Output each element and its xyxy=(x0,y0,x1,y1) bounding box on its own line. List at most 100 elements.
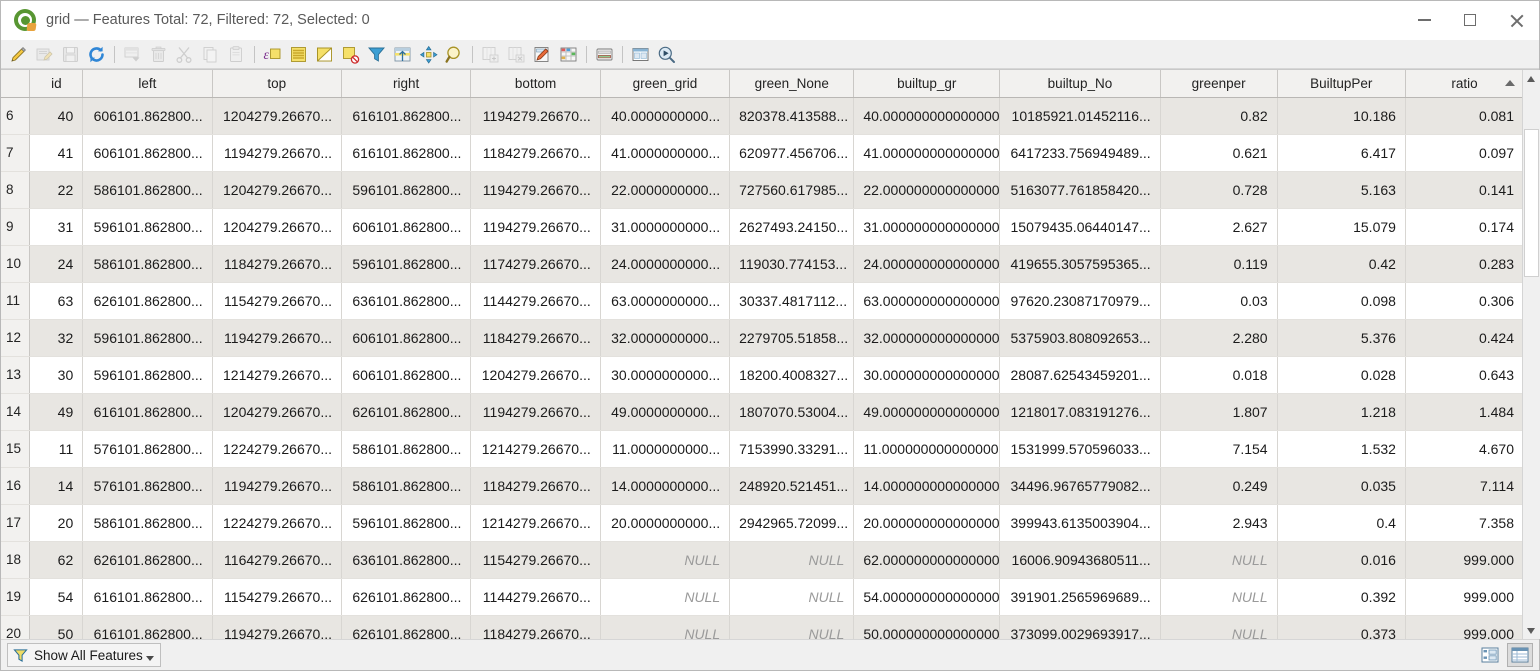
cell-green-grid[interactable]: 40.0000000000... xyxy=(600,97,731,135)
cell-left[interactable]: 606101.862800... xyxy=(82,134,213,172)
cell-builtup-gr[interactable]: 63.000000000000000 xyxy=(853,282,1001,320)
cell-bottom[interactable]: 1174279.26670... xyxy=(470,245,601,283)
cell-builtup-gr[interactable]: 49.000000000000000 xyxy=(853,393,1001,431)
cell-left[interactable]: 616101.862800... xyxy=(82,615,213,639)
table-view-button[interactable] xyxy=(1507,643,1533,667)
cell-top[interactable]: 1154279.26670... xyxy=(212,282,343,320)
cell-green-none[interactable]: 727560.617985... xyxy=(729,171,855,209)
save-layer-edits-button[interactable] xyxy=(59,43,82,66)
cell-id[interactable]: 62 xyxy=(29,541,84,579)
cell-greenper[interactable]: 0.82 xyxy=(1160,97,1278,135)
cell-right[interactable]: 616101.862800... xyxy=(341,134,472,172)
cell-builtup-gr[interactable]: 24.000000000000000 xyxy=(853,245,1001,283)
column-header-right[interactable]: right xyxy=(341,70,472,98)
cell-top[interactable]: 1214279.26670... xyxy=(212,356,343,394)
cell-builtup-no[interactable]: 399943.6135003904... xyxy=(999,504,1161,542)
cell-builtup-no[interactable]: 10185921.01452116... xyxy=(999,97,1161,135)
cell-ratio[interactable]: 0.306 xyxy=(1405,282,1522,320)
row-header-cell[interactable]: 7 xyxy=(1,134,31,172)
cell-ratio[interactable]: 999.000 xyxy=(1405,541,1522,579)
cell-ratio[interactable]: 7.114 xyxy=(1405,467,1522,505)
cell-bottom[interactable]: 1144279.26670... xyxy=(470,282,601,320)
table-row[interactable]: 6 40 606101.862800... 1204279.26670... 61610… xyxy=(1,97,1522,135)
cell-right[interactable]: 626101.862800... xyxy=(341,615,472,639)
cell-green-grid[interactable]: NULL xyxy=(600,615,731,639)
cell-bottom[interactable]: 1184279.26670... xyxy=(470,134,601,172)
close-button[interactable] xyxy=(1493,1,1539,40)
conditional-formatting-button[interactable] xyxy=(557,43,580,66)
table-row[interactable]: 18 62 626101.862800... 1164279.26670... 6361… xyxy=(1,541,1522,579)
cell-greenper[interactable]: 0.119 xyxy=(1160,245,1278,283)
cell-builtupper[interactable]: 0.373 xyxy=(1277,615,1406,639)
cell-right[interactable]: 626101.862800... xyxy=(341,393,472,431)
cell-id[interactable]: 20 xyxy=(29,504,84,542)
cell-right[interactable]: 616101.862800... xyxy=(341,97,472,135)
attribute-grid[interactable]: id left top right bottom green_grid gree… xyxy=(1,70,1522,639)
cell-green-grid[interactable]: NULL xyxy=(600,578,731,616)
delete-field-button[interactable] xyxy=(505,43,528,66)
paste-features-button[interactable] xyxy=(225,43,248,66)
cell-builtup-no[interactable]: 16006.90943680511... xyxy=(999,541,1161,579)
cell-green-grid[interactable]: 22.0000000000... xyxy=(600,171,731,209)
cell-ratio[interactable]: 0.424 xyxy=(1405,319,1522,357)
row-header-cell[interactable]: 19 xyxy=(1,578,31,616)
cell-left[interactable]: 576101.862800... xyxy=(82,430,213,468)
cell-greenper[interactable]: 0.621 xyxy=(1160,134,1278,172)
column-header-bottom[interactable]: bottom xyxy=(470,70,601,98)
cell-green-grid[interactable]: 31.0000000000... xyxy=(600,208,731,246)
table-row[interactable]: 8 22 586101.862800... 1204279.26670... 59610… xyxy=(1,171,1522,209)
row-header-cell[interactable]: 20 xyxy=(1,615,31,639)
cell-green-grid[interactable]: 63.0000000000... xyxy=(600,282,731,320)
table-row[interactable]: 10 24 586101.862800... 1184279.26670... 5961… xyxy=(1,245,1522,283)
cell-top[interactable]: 1194279.26670... xyxy=(212,467,343,505)
cell-top[interactable]: 1224279.26670... xyxy=(212,430,343,468)
cell-builtup-gr[interactable]: 41.000000000000000 xyxy=(853,134,1001,172)
cell-green-grid[interactable]: 49.0000000000... xyxy=(600,393,731,431)
row-header-cell[interactable]: 8 xyxy=(1,171,31,209)
select-by-expression-button[interactable]: ε xyxy=(261,43,284,66)
cell-bottom[interactable]: 1184279.26670... xyxy=(470,467,601,505)
cell-left[interactable]: 626101.862800... xyxy=(82,541,213,579)
open-field-calculator-button[interactable] xyxy=(531,43,554,66)
cell-ratio[interactable]: 0.141 xyxy=(1405,171,1522,209)
cell-ratio[interactable]: 999.000 xyxy=(1405,615,1522,639)
cell-builtup-no[interactable]: 97620.23087170979... xyxy=(999,282,1161,320)
cell-top[interactable]: 1184279.26670... xyxy=(212,245,343,283)
cell-right[interactable]: 636101.862800... xyxy=(341,541,472,579)
cell-builtup-no[interactable]: 15079435.06440147... xyxy=(999,208,1161,246)
cell-builtupper[interactable]: 0.028 xyxy=(1277,356,1406,394)
scroll-down-button[interactable] xyxy=(1522,622,1540,639)
cell-builtupper[interactable]: 5.376 xyxy=(1277,319,1406,357)
cell-greenper[interactable]: NULL xyxy=(1160,615,1278,639)
cell-ratio[interactable]: 0.081 xyxy=(1405,97,1522,135)
cell-top[interactable]: 1194279.26670... xyxy=(212,615,343,639)
cell-top[interactable]: 1154279.26670... xyxy=(212,578,343,616)
cell-greenper[interactable]: NULL xyxy=(1160,578,1278,616)
cell-right[interactable]: 636101.862800... xyxy=(341,282,472,320)
cell-green-none[interactable]: 119030.774153... xyxy=(729,245,855,283)
cell-green-none[interactable]: 1807070.53004... xyxy=(729,393,855,431)
cell-bottom[interactable]: 1204279.26670... xyxy=(470,356,601,394)
multi-edit-attributes-button[interactable] xyxy=(593,43,616,66)
cell-builtupper[interactable]: 0.392 xyxy=(1277,578,1406,616)
cell-builtup-no[interactable]: 1218017.083191276... xyxy=(999,393,1161,431)
cell-builtup-gr[interactable]: 50.000000000000000 xyxy=(853,615,1001,639)
cell-right[interactable]: 586101.862800... xyxy=(341,430,472,468)
cell-ratio[interactable]: 1.484 xyxy=(1405,393,1522,431)
cell-greenper[interactable]: 0.728 xyxy=(1160,171,1278,209)
cell-builtup-gr[interactable]: 31.000000000000000 xyxy=(853,208,1001,246)
cell-builtupper[interactable]: 0.098 xyxy=(1277,282,1406,320)
table-row[interactable]: 12 32 596101.862800... 1194279.26670... 6061… xyxy=(1,319,1522,357)
cell-builtup-gr[interactable]: 54.000000000000000 xyxy=(853,578,1001,616)
cell-bottom[interactable]: 1214279.26670... xyxy=(470,504,601,542)
cell-bottom[interactable]: 1194279.26670... xyxy=(470,208,601,246)
cell-right[interactable]: 606101.862800... xyxy=(341,208,472,246)
row-header-cell[interactable]: 11 xyxy=(1,282,31,320)
cell-green-none[interactable]: 2627493.24150... xyxy=(729,208,855,246)
move-selection-to-top-button[interactable] xyxy=(391,43,414,66)
cell-left[interactable]: 596101.862800... xyxy=(82,319,213,357)
cell-bottom[interactable]: 1214279.26670... xyxy=(470,430,601,468)
column-header-builtupper[interactable]: BuiltupPer xyxy=(1277,70,1406,98)
cell-left[interactable]: 606101.862800... xyxy=(82,97,213,135)
cell-green-grid[interactable]: 11.0000000000... xyxy=(600,430,731,468)
